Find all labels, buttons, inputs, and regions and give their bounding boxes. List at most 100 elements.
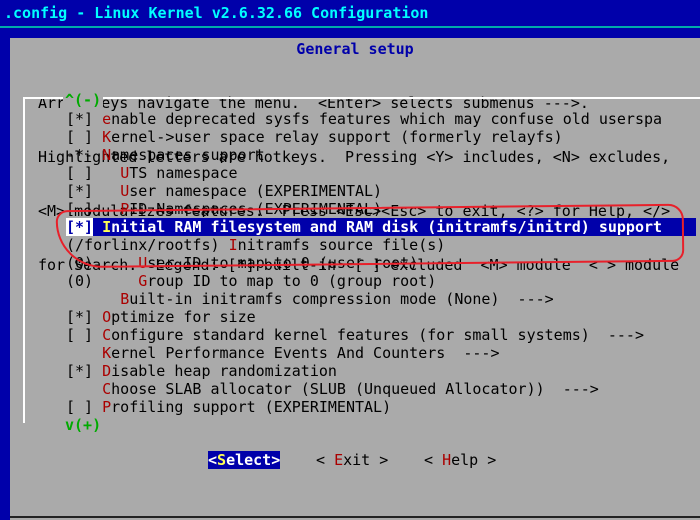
help-button[interactable]: < Help >	[424, 451, 496, 469]
hotkey-letter: G	[138, 272, 148, 290]
option-state: [*]	[66, 218, 94, 236]
hotkey-letter: S	[217, 451, 227, 469]
hotkey-letter: I	[228, 236, 238, 254]
menu-item-label: ID Namespaces (EXPERIMENTAL)	[129, 200, 383, 218]
option-state: [*]	[66, 308, 94, 326]
option-state: [ ]	[66, 200, 94, 218]
option-state	[66, 344, 93, 362]
button-bracket: >	[478, 451, 497, 469]
menu-item-label: roup ID to map to 0 (group root)	[147, 272, 437, 290]
hotkey-letter: e	[102, 110, 112, 128]
option-state	[66, 380, 93, 398]
menu-item-label: onfigure standard kernel features (for s…	[111, 326, 644, 344]
menu-item-label: nable deprecated sysfs features which ma…	[111, 110, 663, 128]
menu-item-user-id-map[interactable]: (0) User ID to map to 0 (user root)	[66, 254, 696, 272]
hotkey-letter: O	[102, 308, 112, 326]
menu-item-label: rofiling support (EXPERIMENTAL)	[111, 398, 392, 416]
option-state: [ ]	[66, 164, 94, 182]
button-bracket: <	[208, 451, 218, 469]
menu-item-pid-namespaces[interactable]: [ ] PID Namespaces (EXPERIMENTAL)	[66, 200, 696, 218]
hotkey-letter: D	[102, 362, 112, 380]
menu-item-optimize-size[interactable]: [*] Optimize for size	[66, 308, 696, 326]
menu-item-label: uilt-in initramfs compression mode (None…	[129, 290, 554, 308]
option-state	[66, 290, 93, 308]
hotkey-letter: U	[120, 182, 130, 200]
option-state: [ ]	[66, 128, 94, 146]
menu-item-label: TS namespace	[129, 164, 238, 182]
hotkey-letter: N	[102, 146, 112, 164]
option-state: (0)	[66, 272, 94, 290]
hotkey-letter: U	[138, 254, 148, 272]
menu-item-deprecated-sysfs[interactable]: [*] enable deprecated sysfs features whi…	[66, 110, 696, 128]
menu-item-initramfs-compression[interactable]: Built-in initramfs compression mode (Non…	[66, 290, 696, 308]
button-bracket: >	[370, 451, 389, 469]
menu-item-label: nitramfs source file(s)	[237, 236, 446, 254]
hotkey-letter: C	[102, 380, 112, 398]
option-state: [ ]	[66, 398, 94, 416]
hotkey-letter: C	[102, 326, 112, 344]
menu-item-user-namespace[interactable]: [*] User namespace (EXPERIMENTAL)	[66, 182, 696, 200]
hotkey-letter: B	[120, 290, 130, 308]
button-bracket: <	[424, 451, 443, 469]
menu-item-configure-standard[interactable]: [ ] Configure standard kernel features (…	[66, 326, 696, 344]
menu-list: [*] enable deprecated sysfs features whi…	[66, 110, 696, 416]
button-label: elect	[226, 451, 272, 469]
hotkey-letter: U	[120, 164, 130, 182]
button-bracket: <	[316, 451, 335, 469]
menu-item-label: hoose SLAB allocator (SLUB (Unqueued All…	[111, 380, 599, 398]
menu-item-group-id-map[interactable]: (0) Group ID to map to 0 (group root)	[66, 272, 696, 290]
option-state: [*]	[66, 362, 94, 380]
menu-item-initramfs-support[interactable]: [*] Initial RAM filesystem and RAM disk …	[66, 218, 696, 236]
menu-item-profiling-support[interactable]: [ ] Profiling support (EXPERIMENTAL)	[66, 398, 696, 416]
menu-item-perf-events[interactable]: Kernel Performance Events And Counters -…	[66, 344, 696, 362]
menu-item-label: ser namespace (EXPERIMENTAL)	[129, 182, 383, 200]
window-title: .config - Linux Kernel v2.6.32.66 Config…	[0, 0, 700, 28]
menu-item-label: isable heap randomization	[111, 362, 337, 380]
menu-item-slab-allocator[interactable]: Choose SLAB allocator (SLUB (Unqueued Al…	[66, 380, 696, 398]
exit-button[interactable]: < Exit >	[316, 451, 388, 469]
menu-item-uts-namespace[interactable]: [ ] UTS namespace	[66, 164, 696, 182]
menu-item-namespaces-support[interactable]: -*- Namespaces support	[66, 146, 696, 164]
menu-item-label: ernel->user space relay support (formerl…	[111, 128, 563, 146]
option-state: [*]	[66, 182, 94, 200]
hotkey-letter: P	[120, 200, 130, 218]
option-state: -*-	[66, 146, 94, 164]
scroll-down-indicator[interactable]: v(+)	[63, 416, 104, 434]
menu-item-label: ernel Performance Events And Counters --…	[111, 344, 500, 362]
hotkey-letter: K	[102, 344, 112, 362]
button-bracket: >	[271, 451, 281, 469]
button-label: xit	[343, 451, 371, 469]
menu-item-relay-support[interactable]: [ ] Kernel->user space relay support (fo…	[66, 128, 696, 146]
button-label: elp	[451, 451, 479, 469]
dialog-bottom-divider	[10, 516, 700, 518]
scroll-up-indicator[interactable]: ^(-)	[63, 91, 104, 109]
option-state: [*]	[66, 110, 94, 128]
hotkey-letter: E	[334, 451, 344, 469]
hotkey-letter: I	[102, 218, 112, 236]
menu-item-heap-randomization[interactable]: [*] Disable heap randomization	[66, 362, 696, 380]
option-state: (0)	[66, 254, 94, 272]
select-button[interactable]: <Select>	[208, 451, 281, 469]
menu-item-label: ser ID to map to 0 (user root)	[147, 254, 419, 272]
hotkey-letter: H	[442, 451, 452, 469]
menu-item-label: ptimize for size	[111, 308, 256, 326]
hotkey-letter: K	[102, 128, 112, 146]
dialog-title: General setup	[296, 40, 414, 58]
menu-item-label: nitial RAM filesystem and RAM disk (init…	[111, 218, 663, 236]
menu-item-initramfs-source[interactable]: (/forlinx/rootfs) Initramfs source file(…	[66, 236, 696, 254]
